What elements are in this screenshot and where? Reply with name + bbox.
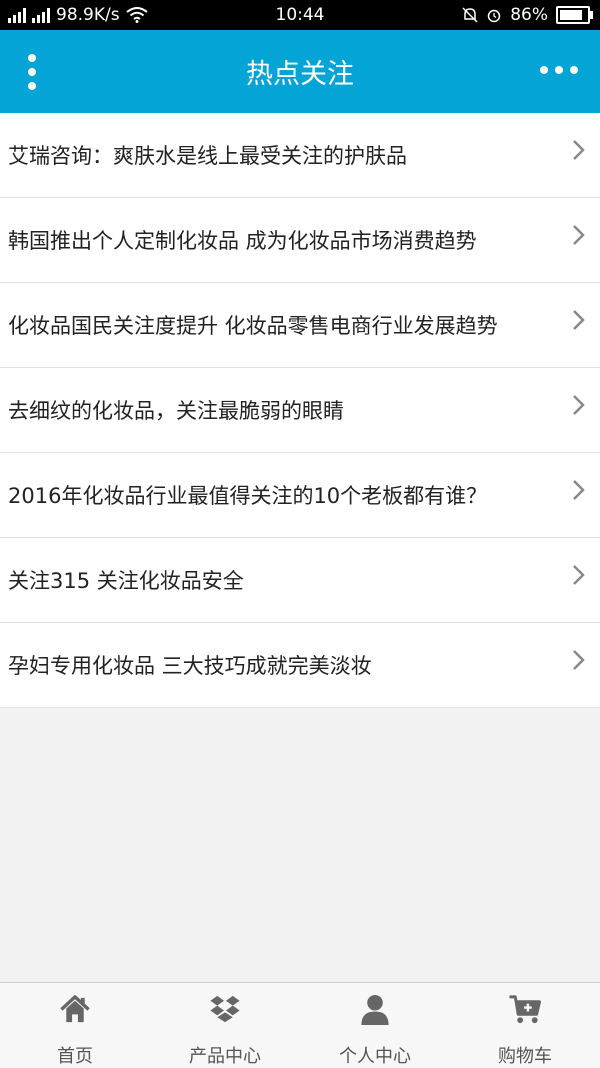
tab-products[interactable]: 产品中心 xyxy=(150,983,300,1068)
bottom-tab-bar: 首页 产品中心 个人中心 购物车 xyxy=(0,982,600,1068)
chevron-right-icon xyxy=(573,480,585,500)
chevron-right-icon xyxy=(573,310,585,330)
house-icon xyxy=(60,995,90,1023)
chevron-right-icon xyxy=(573,565,585,585)
tab-profile[interactable]: 个人中心 xyxy=(300,983,450,1068)
app-header: 热点关注 xyxy=(0,30,600,113)
battery-icon xyxy=(556,6,593,24)
chevron-right-icon xyxy=(573,650,585,670)
article-title: 去细纹的化妆品，关注最脆弱的眼睛 xyxy=(8,399,344,423)
more-dot-icon xyxy=(555,66,563,74)
article-item[interactable]: 2016年化妆品行业最值得关注的10个老板都有谁？ xyxy=(0,453,600,538)
user-icon xyxy=(361,994,389,1026)
tab-profile-label: 个人中心 xyxy=(339,1046,411,1067)
tab-cart[interactable]: 购物车 xyxy=(450,983,600,1068)
article-title: 韩国推出个人定制化妆品 成为化妆品市场消费趋势 xyxy=(8,229,477,253)
more-dot-icon xyxy=(540,66,548,74)
article-title: 孕妇专用化妆品 三大技巧成就完美淡妆 xyxy=(8,654,372,678)
article-title: 关注315 关注化妆品安全 xyxy=(8,569,244,593)
article-title: 化妆品国民关注度提升 化妆品零售电商行业发展趋势 xyxy=(8,314,498,338)
article-item[interactable]: 关注315 关注化妆品安全 xyxy=(0,538,600,623)
alarm-icon xyxy=(487,9,501,23)
more-button[interactable] xyxy=(534,52,584,88)
article-title: 2016年化妆品行业最值得关注的10个老板都有谁？ xyxy=(8,484,488,508)
cart-plus-icon xyxy=(509,995,542,1024)
battery-percent: 86% xyxy=(510,5,548,25)
page-title: 热点关注 xyxy=(246,59,354,90)
article-item[interactable]: 艾瑞咨询：爽肤水是线上最受关注的护肤品 xyxy=(0,113,600,198)
article-item[interactable]: 韩国推出个人定制化妆品 成为化妆品市场消费趋势 xyxy=(0,198,600,283)
more-dot-icon xyxy=(570,66,578,74)
article-item[interactable]: 孕妇专用化妆品 三大技巧成就完美淡妆 xyxy=(0,623,600,708)
chevron-right-icon xyxy=(573,395,585,415)
status-right: 86% xyxy=(462,5,593,25)
article-title: 艾瑞咨询：爽肤水是线上最受关注的护肤品 xyxy=(8,144,407,168)
dropbox-icon xyxy=(210,995,240,1023)
status-bar: 98.9K/s 10:44 86% xyxy=(0,0,600,30)
article-item[interactable]: 去细纹的化妆品，关注最脆弱的眼睛 xyxy=(0,368,600,453)
article-list: 艾瑞咨询：爽肤水是线上最受关注的护肤品 韩国推出个人定制化妆品 成为化妆品市场消… xyxy=(0,113,600,708)
tab-cart-label: 购物车 xyxy=(498,1046,552,1067)
mute-icon xyxy=(462,7,478,23)
tab-products-label: 产品中心 xyxy=(189,1046,261,1067)
article-item[interactable]: 化妆品国民关注度提升 化妆品零售电商行业发展趋势 xyxy=(0,283,600,368)
tab-home[interactable]: 首页 xyxy=(0,983,150,1068)
chevron-right-icon xyxy=(573,140,585,160)
tab-home-label: 首页 xyxy=(57,1046,93,1067)
chevron-right-icon xyxy=(573,225,585,245)
